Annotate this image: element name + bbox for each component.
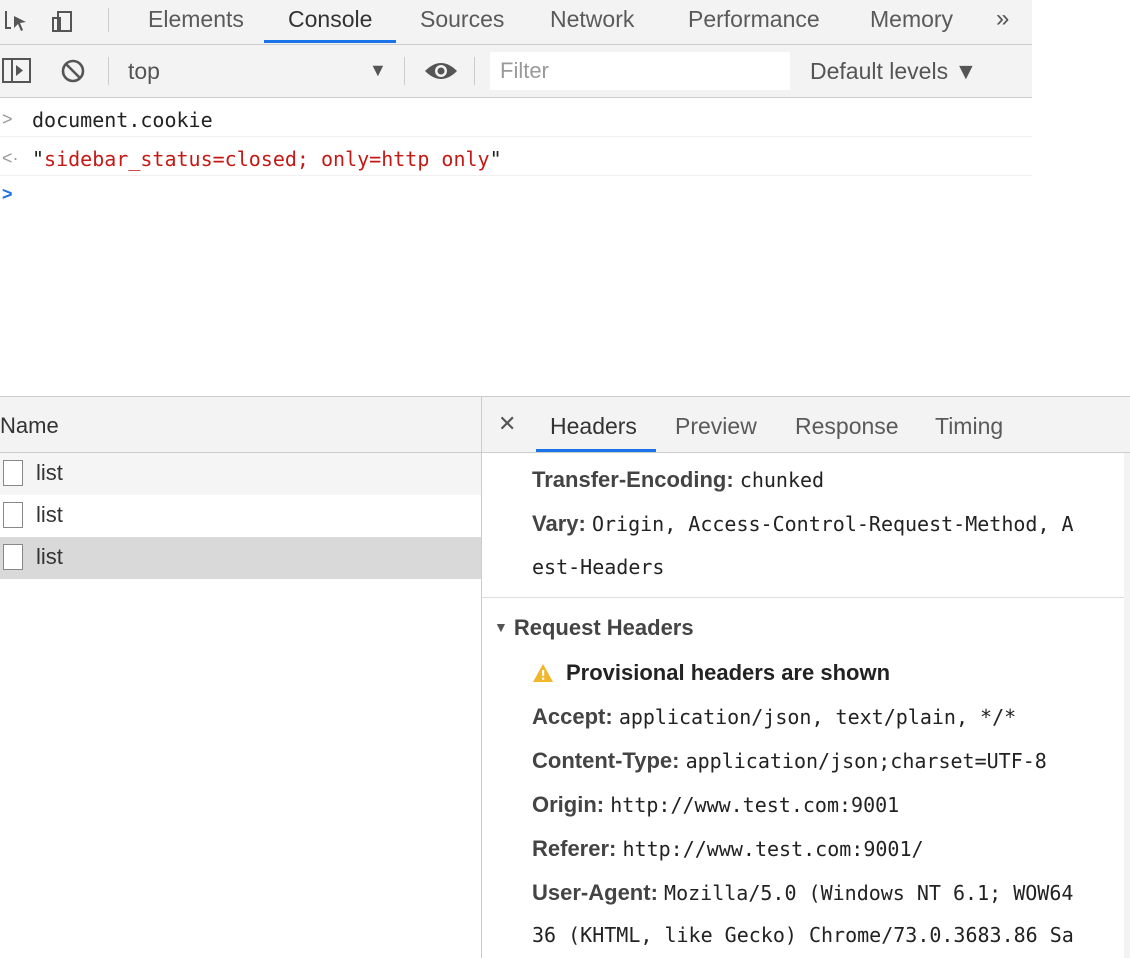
clear-console-icon[interactable] [60, 58, 86, 84]
eye-icon[interactable] [424, 59, 457, 85]
header-value: 36 (KHTML, like Gecko) Chrome/73.0.3683.… [532, 923, 1074, 947]
tab-console[interactable]: Console [286, 0, 374, 44]
warning-text: Provisional headers are shown [566, 660, 891, 685]
file-icon [3, 544, 23, 570]
provisional-warning: Provisional headers are shown [532, 651, 890, 695]
tab-memory[interactable]: Memory [868, 0, 955, 44]
request-name: list [36, 460, 63, 485]
tab-timing[interactable]: Timing [935, 397, 1003, 455]
header-key: Vary: [532, 511, 586, 536]
toolbar-divider [474, 57, 475, 85]
log-levels-dropdown[interactable]: Default levels ▼ [810, 45, 977, 97]
quote-close: " [489, 147, 502, 171]
quote-open: " [32, 147, 45, 171]
console-output[interactable]: > document.cookie <· "sidebar_status=clo… [0, 98, 1032, 394]
inspect-element-icon[interactable] [4, 8, 30, 34]
header-key: Origin: [532, 792, 605, 817]
section-title: Request Headers [513, 615, 694, 640]
tab-response[interactable]: Response [795, 397, 899, 455]
tab-headers[interactable]: Headers [550, 397, 637, 455]
request-name: list [36, 502, 63, 527]
header-vary-continuation: est-Headers [532, 545, 664, 589]
header-key: Accept: [532, 704, 613, 729]
toolbar-divider [108, 8, 109, 32]
tab-elements[interactable]: Elements [146, 0, 246, 44]
prompt-caret-icon: > [2, 184, 13, 204]
header-value: Mozilla/5.0 (Windows NT 6.1; WOW64 [664, 881, 1074, 905]
request-row[interactable]: list [0, 453, 481, 495]
request-name: list [36, 544, 63, 569]
result-arrow-icon: <· [2, 148, 19, 168]
triangle-down-icon: ▼ [494, 619, 508, 635]
console-input-line: > document.cookie [0, 98, 1032, 134]
input-prompt-icon: > [2, 109, 13, 129]
sidebar-toggle-icon[interactable] [2, 57, 31, 83]
file-icon [3, 460, 23, 486]
header-key: Transfer-Encoding: [532, 467, 734, 492]
header-transfer-encoding: Transfer-Encoding: chunked [532, 458, 824, 502]
toolbar-divider [108, 57, 109, 85]
header-user-agent-continuation: 36 (KHTML, like Gecko) Chrome/73.0.3683.… [532, 913, 1074, 957]
active-tab-indicator [264, 40, 396, 43]
warning-icon [533, 664, 553, 682]
active-tab-indicator [536, 449, 656, 452]
devtools-tab-bar: Elements Console Sources Network Perform… [0, 0, 1032, 45]
header-key: Content-Type: [532, 748, 680, 773]
filter-input[interactable] [490, 52, 790, 90]
header-content-type: Content-Type: application/json;charset=U… [532, 739, 1047, 783]
header-value: chunked [739, 468, 825, 492]
header-vary: Vary: Origin, Access-Control-Request-Met… [532, 502, 1074, 546]
header-value: http://www.test.com:9001/ [622, 837, 924, 861]
name-header-label: Name [0, 413, 59, 438]
header-accept: Accept: application/json, text/plain, */… [532, 695, 1016, 739]
console-toolbar: top ▼ Default levels ▼ [0, 45, 1032, 98]
headers-detail[interactable]: Transfer-Encoding: chunked Vary: Origin,… [482, 453, 1124, 958]
close-icon[interactable]: ✕ [498, 397, 516, 451]
dropdown-arrow-icon[interactable]: ▼ [369, 45, 387, 95]
tab-sources[interactable]: Sources [418, 0, 506, 44]
header-value: est-Headers [532, 555, 665, 579]
section-divider [482, 597, 1124, 598]
toolbar-divider [404, 57, 405, 85]
header-value: http://www.test.com:9001 [610, 793, 900, 817]
request-headers-section[interactable]: ▼ Request Headers [494, 605, 694, 650]
tab-network[interactable]: Network [548, 0, 636, 44]
request-row-selected[interactable]: list [0, 537, 481, 579]
scrollbar[interactable] [1124, 453, 1130, 958]
console-prompt-line[interactable]: > [0, 176, 1032, 212]
detail-tab-bar: ✕ Headers Preview Response Timing [482, 397, 1130, 453]
header-key: Referer: [532, 836, 617, 861]
more-tabs-button[interactable]: » [996, 0, 1009, 38]
header-referer: Referer: http://www.test.com:9001/ [532, 827, 924, 871]
file-icon [3, 502, 23, 528]
header-value: application/json;charset=UTF-8 [685, 749, 1047, 773]
device-toolbar-icon[interactable] [52, 8, 78, 34]
header-value: Origin, Access-Control-Request-Method, A [591, 512, 1074, 536]
cookie-string: sidebar_status=closed; only=http only [44, 147, 490, 171]
context-selector[interactable]: top [128, 45, 160, 97]
header-user-agent: User-Agent: Mozilla/5.0 (Windows NT 6.1;… [532, 871, 1073, 915]
console-result-line: <· "sidebar_status=closed; only=http onl… [0, 137, 1032, 173]
tab-preview[interactable]: Preview [675, 397, 757, 455]
header-key: User-Agent: [532, 880, 658, 905]
name-column-header[interactable]: Name [0, 397, 481, 453]
header-origin: Origin: http://www.test.com:9001 [532, 783, 899, 827]
request-row[interactable]: list [0, 495, 481, 537]
header-value: application/json, text/plain, */* [618, 705, 1017, 729]
tab-performance[interactable]: Performance [686, 0, 822, 44]
